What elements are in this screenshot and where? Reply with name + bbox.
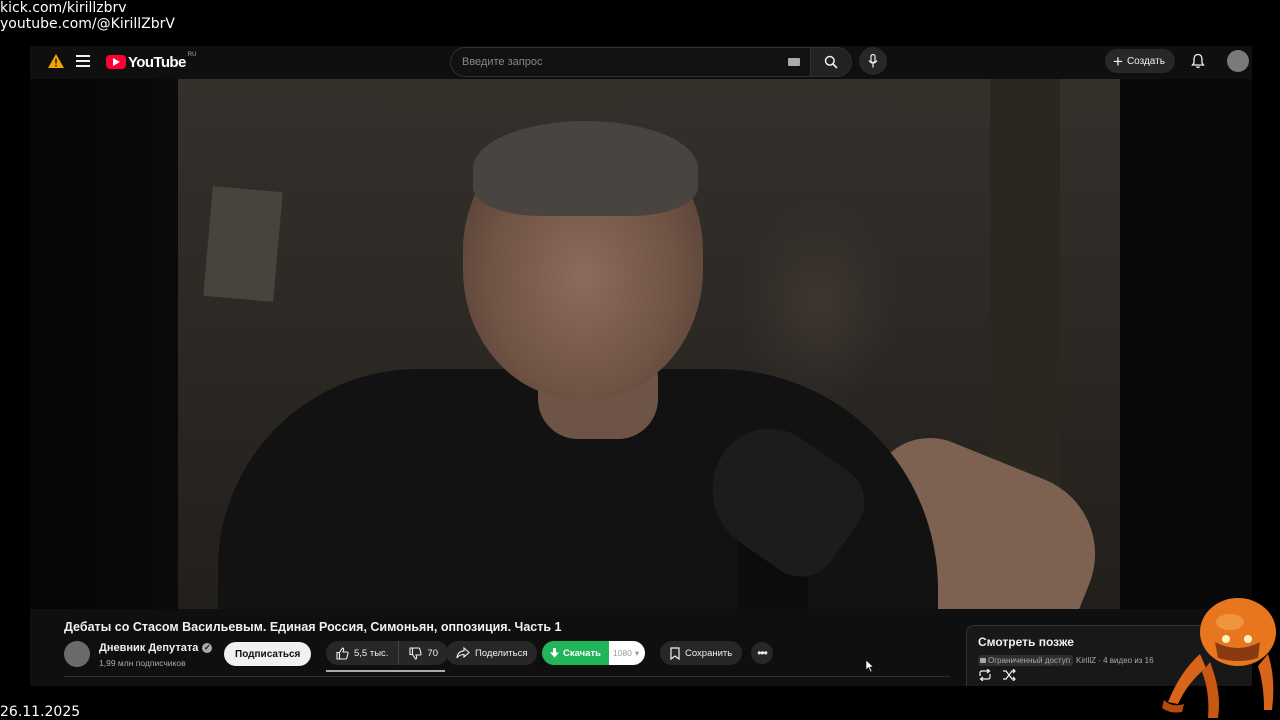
search-icon [824, 55, 838, 69]
search-button[interactable] [810, 48, 851, 76]
access-badge-label: Ограниченный доступ [988, 656, 1071, 665]
download-arrow-icon [550, 648, 559, 658]
share-arrow-icon [456, 647, 470, 659]
playlist-owner-info: KirillZ · 4 видео из 16 [1076, 656, 1154, 665]
like-ratio-bar [326, 670, 445, 672]
access-badge: Ограниченный доступ [978, 655, 1074, 666]
like-dislike-group: 5,5 тыс. 70 [326, 641, 448, 665]
dislike-count: 70 [427, 647, 438, 659]
account-avatar[interactable] [1227, 50, 1249, 72]
play-logo-icon [106, 55, 126, 69]
mouse-cursor-icon [866, 660, 874, 672]
logo-country-code: RU [187, 52, 197, 58]
shuffle-icon[interactable] [1002, 669, 1016, 681]
divider [64, 676, 950, 677]
playlist-title[interactable]: Смотреть позже [978, 635, 1074, 649]
search-input[interactable] [451, 48, 788, 76]
create-label: Создать [1126, 55, 1165, 67]
video-title: Дебаты со Стасом Васильевым. Единая Росс… [64, 620, 562, 634]
thumbs-up-icon [336, 646, 349, 660]
download-control: Скачать 1080 ▾ [542, 641, 646, 665]
more-horizontal-icon: ••• [757, 646, 768, 660]
search-box [450, 47, 852, 77]
background-picture [203, 186, 283, 302]
speaker-hair [473, 121, 698, 216]
create-button[interactable]: + Создать [1105, 49, 1175, 73]
quality-value: 1080 [612, 648, 632, 658]
share-button[interactable]: Поделиться [446, 641, 538, 665]
stream-overlay-date: 26.11.2025 [0, 704, 81, 720]
video-info: Дебаты со Стасом Васильевым. Единая Росс… [30, 609, 1252, 686]
quality-select[interactable]: 1080 ▾ [608, 641, 646, 665]
verified-badge-icon: ✓ [202, 643, 213, 653]
microphone-icon [868, 54, 878, 68]
save-label: Сохранить [685, 647, 733, 659]
keyboard-icon[interactable] [788, 58, 800, 66]
stream-overlay-youtube-url: youtube.com/@KirillZbrV [0, 16, 175, 32]
lock-icon [980, 658, 986, 663]
browser-viewport: YouTube RU + Создать [30, 46, 1252, 686]
masthead: YouTube RU + Создать [30, 46, 1252, 78]
video-frame[interactable] [178, 79, 1120, 609]
warning-icon[interactable] [48, 54, 64, 68]
channel-avatar[interactable] [64, 641, 90, 667]
menu-icon[interactable] [76, 55, 90, 67]
subscriber-count: 1,99 млн подписчиков [99, 658, 186, 668]
thumbs-down-icon [409, 646, 423, 660]
like-count: 5,5 тыс. [354, 647, 389, 659]
youtube-logo[interactable]: YouTube RU [106, 52, 197, 71]
share-label: Поделиться [475, 647, 528, 659]
more-actions-button[interactable]: ••• [751, 642, 773, 664]
download-button[interactable]: Скачать [542, 641, 609, 665]
plus-icon: + [1113, 51, 1123, 71]
subscribe-button[interactable]: Подписаться [224, 642, 312, 666]
chevron-down-icon: ▾ [634, 647, 640, 658]
channel-name-row[interactable]: Дневник Депутата ✓ [99, 642, 213, 654]
logo-text: YouTube [128, 53, 186, 71]
playlist-controls [978, 669, 1016, 681]
like-button[interactable]: 5,5 тыс. [326, 641, 400, 665]
video-player[interactable] [30, 79, 1252, 609]
playlist-meta: Ограниченный доступ KirillZ · 4 видео из… [978, 655, 1154, 666]
bookmark-icon [670, 646, 680, 660]
stream-overlay-kick-url: kick.com/kirillzbrv [0, 0, 127, 16]
download-label: Скачать [563, 647, 601, 659]
voice-search-button[interactable] [859, 47, 887, 75]
notifications-bell-icon[interactable] [1190, 53, 1206, 69]
dislike-button[interactable]: 70 [399, 641, 448, 665]
channel-name[interactable]: Дневник Депутата [99, 642, 198, 654]
loop-icon[interactable] [978, 669, 992, 681]
save-button[interactable]: Сохранить [660, 641, 743, 665]
orange-creature-mascot [1162, 598, 1276, 718]
